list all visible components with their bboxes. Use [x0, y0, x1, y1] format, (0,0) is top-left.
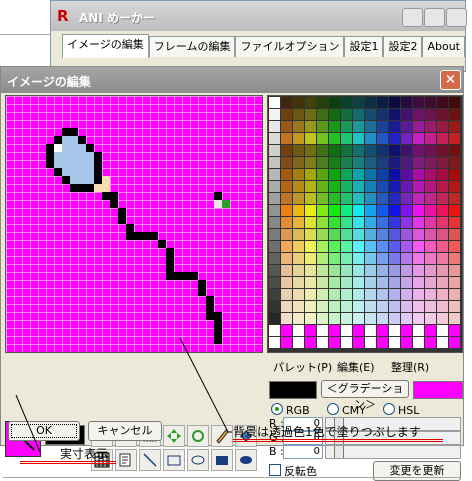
annotation-leader-lines	[15, 337, 232, 453]
annotation-actual-size: 実寸表示	[60, 447, 109, 461]
annotation-underline-1	[233, 439, 443, 440]
annotation-underline-2	[20, 461, 116, 462]
dialog-separator	[3, 477, 461, 478]
annotation-underline-2b	[20, 463, 116, 464]
annotation-background-note: 背景は透過色1色で塗りつぶします	[233, 425, 421, 439]
annotation-underline-1b	[233, 441, 443, 442]
